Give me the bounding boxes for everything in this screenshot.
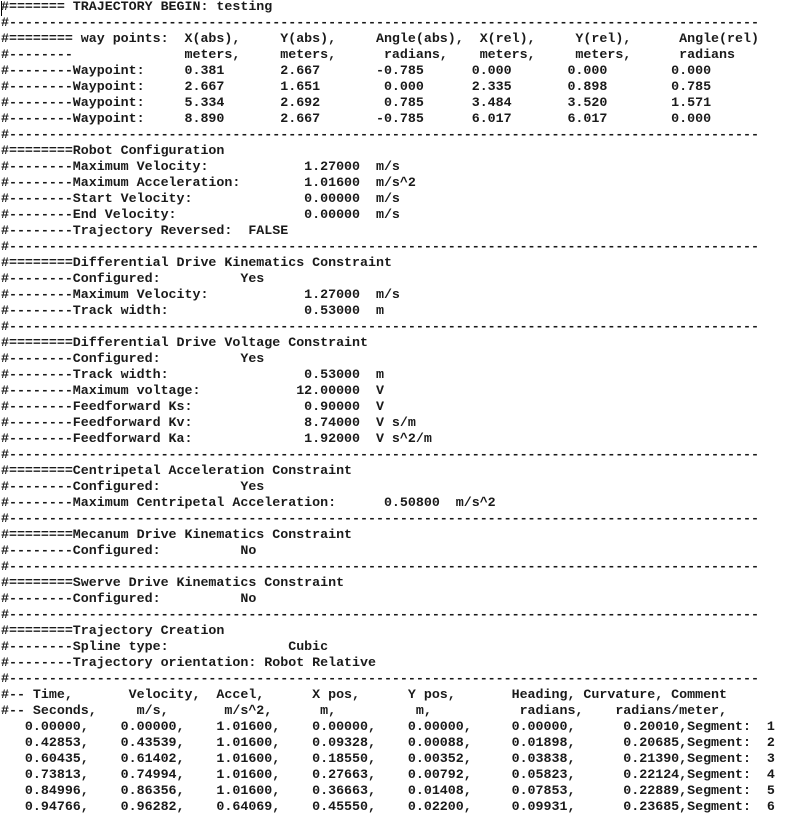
centripetal-constraint-line: #--------Maximum Centripetal Acceleratio… [1, 496, 496, 511]
text-editor-content[interactable]: #======= TRAJECTORY BEGIN: testing #-----… [0, 0, 786, 820]
waypoints-header-line: #======== way points: X(abs), Y(abs), An… [1, 32, 759, 47]
waypoint-row: #--------Waypoint: 5.334 2.692 0.785 3.4… [1, 96, 712, 111]
separator-line: #---------------------------------------… [1, 672, 759, 687]
robot-configuration-line: #--------Trajectory Reversed: FALSE [1, 224, 289, 239]
waypoint-row: #--------Waypoint: 8.890 2.667 -0.785 6.… [1, 112, 712, 127]
samples-header-line: #-- Time, Velocity, Accel, X pos, Y pos,… [1, 688, 728, 703]
waypoint-row: #--------Waypoint: 2.667 1.651 0.000 2.3… [1, 80, 712, 95]
separator-line: #---------------------------------------… [1, 240, 759, 255]
diff-drive-kinematics-line: #--------Track width: 0.53000 m [1, 304, 384, 319]
sample-row: 0.73813, 0.74994, 1.01600, 0.27663, 0.00… [1, 768, 775, 783]
separator-line: #---------------------------------------… [1, 448, 759, 463]
separator-line: #---------------------------------------… [1, 128, 759, 143]
sample-row: 0.94766, 0.96282, 0.64069, 0.45550, 0.02… [1, 800, 775, 815]
sample-row: 0.84996, 0.86356, 1.01600, 0.36663, 0.01… [1, 784, 775, 799]
diff-drive-voltage-line: #--------Feedforward Ks: 0.90000 V [1, 400, 384, 415]
sample-row: 0.42853, 0.43539, 1.01600, 0.09328, 0.00… [1, 736, 775, 751]
diff-drive-kinematics-line: #--------Configured: Yes [1, 272, 265, 287]
diff-drive-kinematics-line: #--------Maximum Velocity: 1.27000 m/s [1, 288, 400, 303]
diff-drive-voltage-line: #--------Maximum voltage: 12.00000 V [1, 384, 384, 399]
diff-drive-voltage-line: #--------Configured: Yes [1, 352, 265, 367]
swerve-constraint-title: #========Swerve Drive Kinematics Constra… [1, 576, 345, 591]
robot-configuration-line: #--------Maximum Velocity: 1.27000 m/s [1, 160, 400, 175]
mecanum-constraint-line: #--------Configured: No [1, 544, 257, 559]
robot-configuration-line: #--------Maximum Acceleration: 1.01600 m… [1, 176, 416, 191]
trajectory-creation-line: #--------Spline type: Cubic [1, 640, 329, 655]
swerve-constraint-line: #--------Configured: No [1, 592, 257, 607]
trajectory-creation-title: #========Trajectory Creation [1, 624, 225, 639]
separator-line: #---------------------------------------… [1, 320, 759, 335]
robot-configuration-title: #========Robot Configuration [1, 144, 225, 159]
waypoints-units-line: #-------- meters, meters, radians, meter… [1, 48, 735, 63]
separator-line: #---------------------------------------… [1, 608, 759, 623]
diff-drive-voltage-line: #--------Feedforward Ka: 1.92000 V s^2/m [1, 432, 432, 447]
diff-drive-kinematics-title: #========Differential Drive Kinematics C… [1, 256, 392, 271]
sample-row: 0.00000, 0.00000, 1.01600, 0.00000, 0.00… [1, 720, 775, 735]
robot-configuration-line: #--------Start Velocity: 0.00000 m/s [1, 192, 400, 207]
robot-configuration-line: #--------End Velocity: 0.00000 m/s [1, 208, 400, 223]
samples-units-line: #-- Seconds, m/s, m/s^2, m, m, radians, … [1, 704, 728, 719]
diff-drive-voltage-line: #--------Feedforward Kv: 8.74000 V s/m [1, 416, 416, 431]
mecanum-constraint-title: #========Mecanum Drive Kinematics Constr… [1, 528, 353, 543]
sample-row: 0.60435, 0.61402, 1.01600, 0.18550, 0.00… [1, 752, 775, 767]
separator-line: #---------------------------------------… [1, 16, 759, 31]
separator-line: #---------------------------------------… [1, 560, 759, 575]
centripetal-constraint-title: #========Centripetal Acceleration Constr… [1, 464, 353, 479]
diff-drive-voltage-line: #--------Track width: 0.53000 m [1, 368, 384, 383]
centripetal-constraint-line: #--------Configured: Yes [1, 480, 265, 495]
separator-line: #---------------------------------------… [1, 512, 759, 527]
trajectory-begin-line: #======= TRAJECTORY BEGIN: testing [1, 0, 273, 15]
diff-drive-voltage-title: #========Differential Drive Voltage Cons… [1, 336, 368, 351]
waypoint-row: #--------Waypoint: 0.381 2.667 -0.785 0.… [1, 64, 712, 79]
trajectory-creation-line: #--------Trajectory orientation: Robot R… [1, 656, 376, 671]
